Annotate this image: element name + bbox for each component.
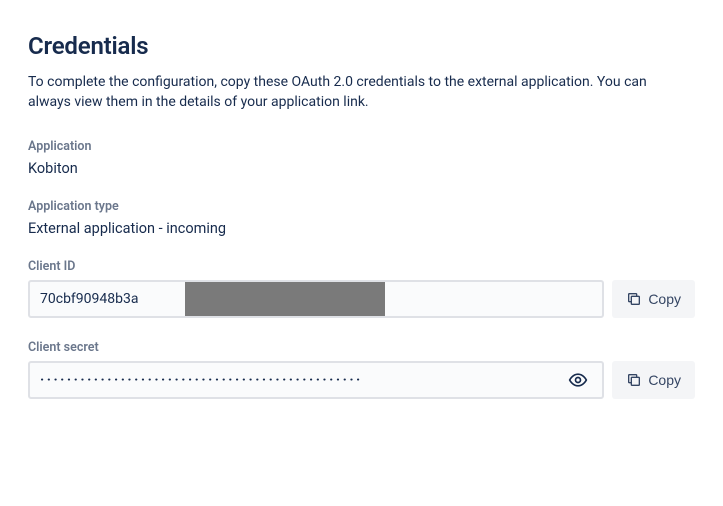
- client-id-value: 70cbf90948b3a: [40, 291, 138, 307]
- client-secret-masked: ········································…: [40, 372, 564, 388]
- application-label: Application: [28, 139, 695, 154]
- application-type-value: External application - incoming: [28, 220, 695, 237]
- client-id-field: Client ID 70cbf90948b3a Copy: [28, 259, 695, 318]
- credentials-description: To complete the configuration, copy thes…: [28, 72, 668, 113]
- application-field: Application Kobiton: [28, 139, 695, 177]
- redaction-block: [185, 282, 385, 316]
- client-secret-input[interactable]: ········································…: [28, 361, 604, 399]
- client-secret-label: Client secret: [28, 340, 695, 355]
- page-title: Credentials: [28, 32, 695, 60]
- application-value: Kobiton: [28, 160, 695, 177]
- application-type-label: Application type: [28, 199, 695, 214]
- client-id-label: Client ID: [28, 259, 695, 274]
- copy-client-secret-label: Copy: [648, 372, 681, 388]
- client-id-input[interactable]: 70cbf90948b3a: [28, 280, 604, 318]
- copy-icon: [626, 291, 642, 307]
- reveal-secret-button[interactable]: [564, 366, 592, 394]
- copy-client-id-label: Copy: [648, 291, 681, 307]
- copy-client-id-button[interactable]: Copy: [612, 280, 695, 318]
- client-secret-field: Client secret ··························…: [28, 340, 695, 399]
- copy-client-secret-button[interactable]: Copy: [612, 361, 695, 399]
- application-type-field: Application type External application - …: [28, 199, 695, 237]
- copy-icon: [626, 372, 642, 388]
- eye-icon: [568, 370, 588, 390]
